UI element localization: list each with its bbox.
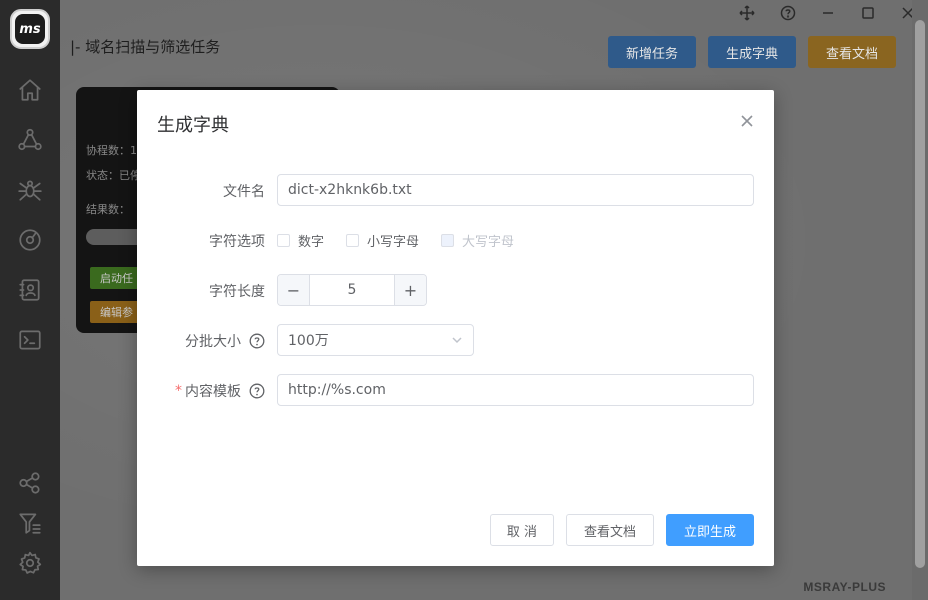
new-task-button[interactable]: 新增任务: [608, 36, 696, 68]
view-docs-dialog-button[interactable]: 查看文档: [566, 514, 654, 546]
batch-size-select[interactable]: 100万: [277, 324, 474, 356]
help-circle-icon[interactable]: [777, 2, 799, 24]
minimize-icon[interactable]: [817, 2, 839, 24]
move-icon[interactable]: [736, 2, 758, 24]
char-options-group: 数字 小写字母 大写字母: [277, 231, 536, 250]
dialog-title: 生成字典: [157, 115, 229, 136]
chevron-down-icon[interactable]: [451, 334, 463, 346]
coroutines-label: 协程数：1: [86, 144, 137, 157]
checkbox-box[interactable]: [346, 233, 360, 247]
results-label: 结果数：: [86, 203, 130, 216]
char-length-label: 字符长度: [209, 281, 265, 301]
uppercase-checkbox: 大写字母: [441, 231, 514, 250]
decrement-button[interactable]: −: [278, 275, 310, 305]
share-icon[interactable]: [15, 468, 45, 498]
batch-size-label-text: 分批大小: [185, 334, 241, 350]
content-template-label-text: 内容模板: [185, 384, 241, 400]
generate-dict-button[interactable]: 生成字典: [708, 36, 796, 68]
logo-text: ms: [15, 14, 45, 44]
char-options-label-text: 字符选项: [209, 234, 265, 250]
increment-button[interactable]: +: [394, 275, 426, 305]
view-docs-button[interactable]: 查看文档: [808, 36, 896, 68]
checkbox-box: [441, 233, 455, 247]
filename-input[interactable]: dict-x2hknk6b.txt: [277, 174, 754, 206]
checkbox-box[interactable]: [277, 233, 290, 247]
compass-icon[interactable]: [15, 225, 45, 255]
close-icon[interactable]: [740, 114, 754, 128]
char-options-label: 字符选项: [209, 231, 265, 251]
status-label: 状态：已停: [86, 169, 141, 182]
checkbox-label[interactable]: 数字: [298, 231, 324, 250]
content-template-input[interactable]: http://%s.com: [277, 374, 754, 406]
checkbox-label[interactable]: 小写字母: [367, 231, 419, 250]
watermark: MSRAY-PLUS: [803, 580, 886, 594]
network-nodes-icon[interactable]: [15, 125, 45, 155]
char-length-stepper: − 5 +: [277, 274, 427, 306]
question-circle-icon[interactable]: [249, 383, 265, 399]
batch-size-label: 分批大小: [185, 331, 265, 351]
checkbox-label: 大写字母: [462, 234, 515, 250]
digits-checkbox[interactable]: 数字: [277, 231, 324, 250]
char-length-value[interactable]: 5: [310, 275, 394, 305]
scrollbar[interactable]: [912, 0, 928, 600]
generate-dict-dialog: 生成字典 文件名 dict-x2hknk6b.txt 字符选项 数字 小写字母 …: [137, 90, 774, 566]
filename-label-text: 文件名: [223, 184, 265, 200]
contacts-icon[interactable]: [15, 275, 45, 305]
terminal-icon[interactable]: [15, 325, 45, 355]
spider-icon[interactable]: [15, 175, 45, 205]
sidebar: ms: [0, 0, 60, 600]
required-mark: *: [175, 383, 182, 399]
home-icon[interactable]: [15, 75, 45, 105]
batch-size-value[interactable]: 100万: [288, 330, 329, 350]
cancel-button[interactable]: 取 消: [490, 514, 554, 546]
content-template-label: * 内容模板: [175, 381, 265, 401]
filename-label: 文件名: [223, 181, 265, 201]
filter-list-icon[interactable]: [15, 508, 45, 538]
generate-now-button[interactable]: 立即生成: [666, 514, 754, 546]
gear-icon[interactable]: [15, 548, 45, 578]
lowercase-checkbox[interactable]: 小写字母: [346, 231, 419, 250]
app-logo: ms: [10, 9, 50, 49]
scrollbar-thumb[interactable]: [915, 20, 925, 568]
char-length-label-text: 字符长度: [209, 284, 265, 300]
question-circle-icon[interactable]: [249, 333, 265, 349]
page-title: |- 域名扫描与筛选任务: [70, 38, 221, 56]
maximize-icon[interactable]: [857, 2, 879, 24]
